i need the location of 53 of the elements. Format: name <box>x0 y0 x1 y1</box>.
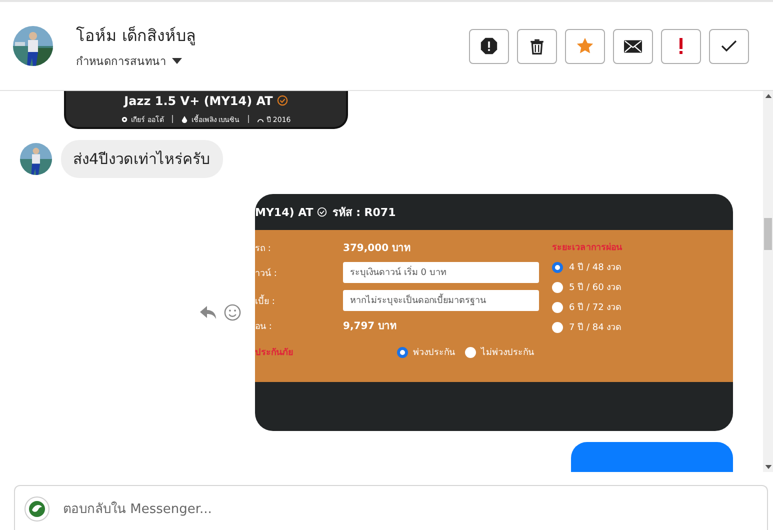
trash-icon <box>529 38 545 54</box>
amount-text: 379,000 บาท <box>343 242 412 255</box>
radio-button[interactable] <box>552 262 563 272</box>
input-field[interactable]: ระบุเงินดาวน์ เริ่ม 0 บาท <box>343 262 539 283</box>
field-label: รถ : <box>255 242 272 254</box>
amount-text: 9,797 บาท <box>343 320 398 333</box>
radio-label: 7 ปี / 84 งวด <box>569 322 622 334</box>
message-bubble: ส่ง4ปีงวดเท่าไหร่ครับ <box>61 140 223 178</box>
verified-icon <box>317 207 328 217</box>
scrollbar-track[interactable] <box>763 91 773 472</box>
radio-label: 5 ปี / 60 งวด <box>569 282 622 294</box>
delete-button[interactable] <box>517 28 557 64</box>
input-field[interactable]: หากไม่ระบุจะเป็นดอกเบี้ยมาตรฐาน <box>343 290 539 311</box>
scrollbar-thumb[interactable] <box>764 218 772 250</box>
caret-icon <box>172 58 182 64</box>
term-heading: ระยะเวลาการผ่อน <box>552 242 622 254</box>
car-title: MY14) AT <box>255 206 314 218</box>
logo-icon <box>24 496 50 522</box>
radio-button[interactable] <box>552 282 563 292</box>
field-label: าวน์ : <box>255 267 278 280</box>
radio-label: ไม่พ่วงประกัน <box>481 346 534 359</box>
scroll-up-icon <box>764 94 772 98</box>
car-code: รหัส : R071 <box>332 205 396 221</box>
verified-icon <box>276 95 288 106</box>
checkmark-icon <box>721 40 737 52</box>
insurance-label: ประกันภัย <box>255 346 294 359</box>
alert-octagon-icon <box>480 37 498 55</box>
field-label: เบี้ย : <box>255 294 276 308</box>
conversation-menu[interactable]: กำหนดการสนทนา <box>76 52 196 70</box>
important-button[interactable] <box>661 28 701 64</box>
radio-button[interactable] <box>552 322 563 332</box>
unread-button[interactable] <box>613 28 653 64</box>
radio-button[interactable] <box>397 346 408 358</box>
reply-field[interactable]: ตอบกลับใน Messenger... <box>14 485 768 530</box>
radio-button[interactable] <box>552 302 563 312</box>
star-button[interactable] <box>565 28 605 64</box>
gear-icon <box>121 116 128 122</box>
radio-label: 6 ปี / 72 งวด <box>569 302 622 314</box>
contact-name: โอห์ม เด็กสิงห์บลู <box>76 24 196 48</box>
scroll-down-icon <box>764 465 772 469</box>
radio-label: พ่วงประกัน <box>413 347 455 359</box>
radio-button[interactable] <box>465 346 476 358</box>
smiley-icon <box>224 304 241 321</box>
reply-icon <box>200 306 216 320</box>
star-icon <box>576 37 594 55</box>
drop-icon <box>181 116 188 122</box>
exclamation-icon <box>679 38 683 54</box>
car-title: Jazz 1.5 V+ (MY14) AT <box>124 94 273 108</box>
spam-button[interactable] <box>469 28 509 64</box>
field-label: อน : <box>255 320 273 332</box>
radio-label: 4 ปี / 48 งวด <box>569 262 622 274</box>
done-button[interactable] <box>709 28 749 64</box>
envelope-icon <box>624 40 642 52</box>
